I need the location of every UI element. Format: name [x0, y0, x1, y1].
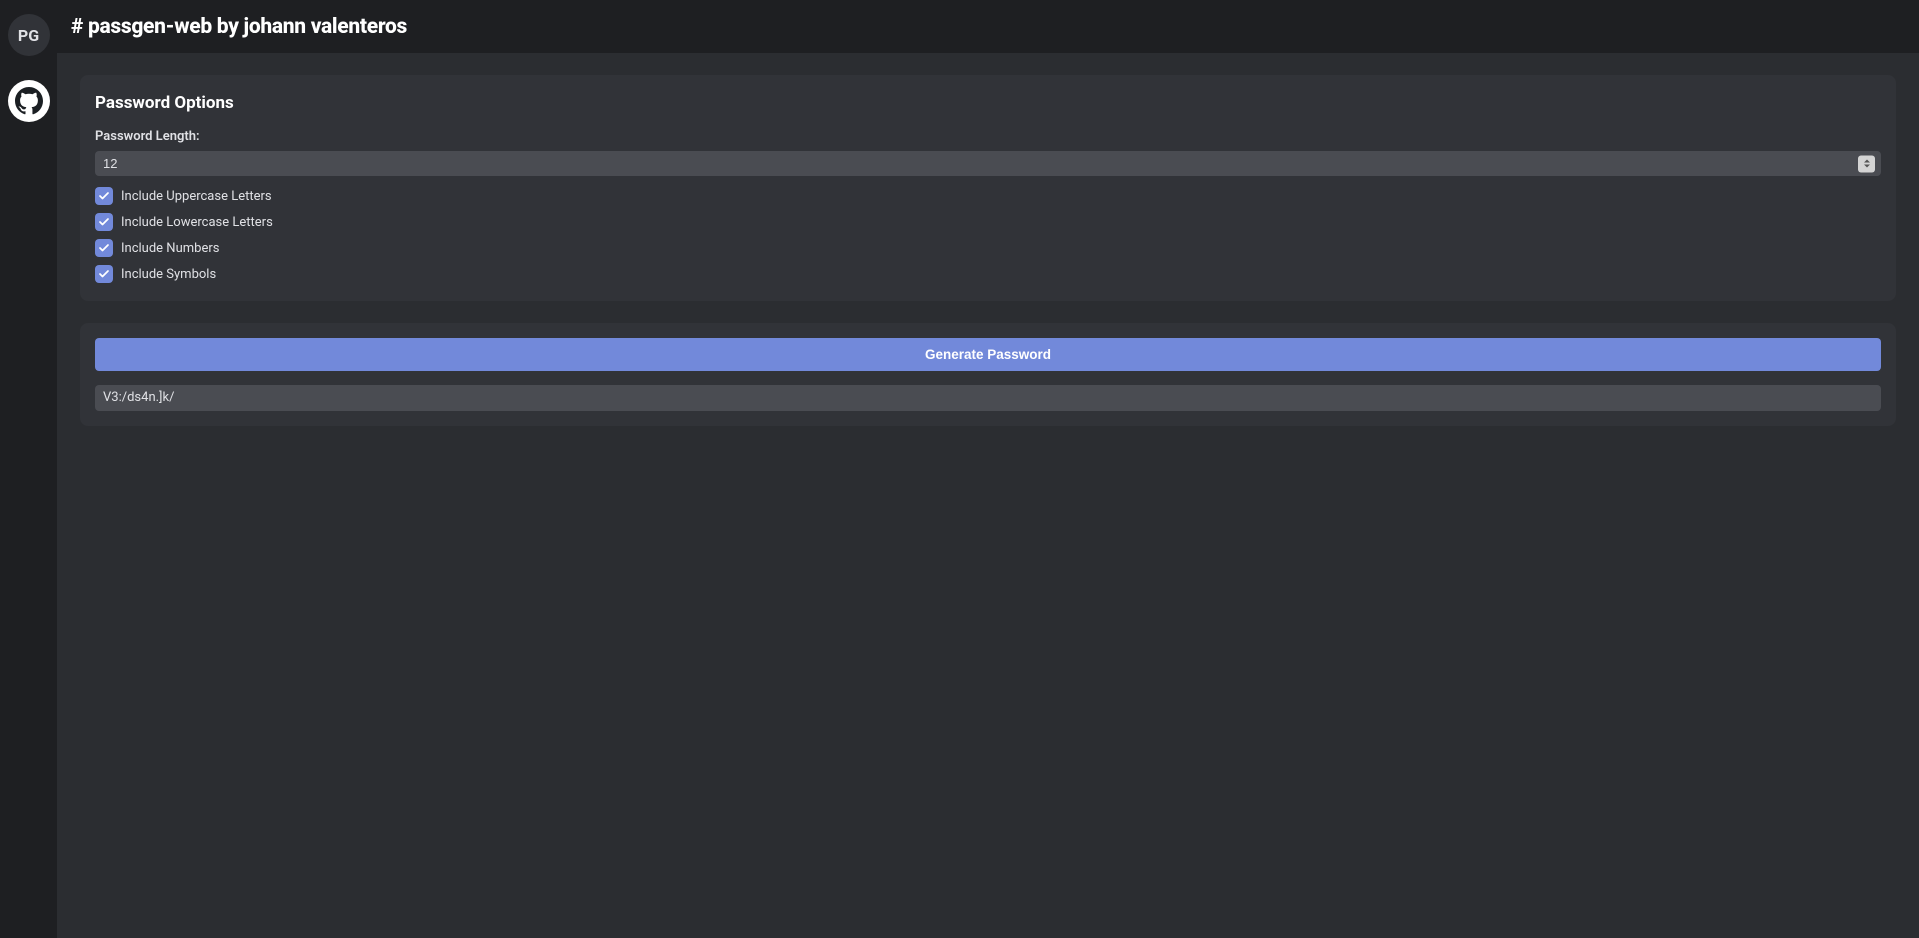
pg-home-icon[interactable]: PG [8, 14, 50, 56]
generate-card: Generate Password V3:/ds4n.]k/ [80, 323, 1896, 426]
pg-icon-label: PG [18, 26, 39, 45]
generate-button[interactable]: Generate Password [95, 338, 1881, 371]
options-card-title: Password Options [95, 93, 1881, 113]
github-icon [15, 87, 43, 115]
password-length-input[interactable] [95, 151, 1881, 176]
spinner-down-icon[interactable] [1864, 165, 1870, 168]
length-label: Password Length: [95, 129, 1881, 144]
uppercase-checkbox[interactable] [95, 187, 113, 205]
page-title: # passgen-web by johann valenteros [71, 15, 407, 39]
github-link-icon[interactable] [8, 80, 50, 122]
checkbox-row-lowercase: Include Lowercase Letters [95, 213, 1881, 231]
check-icon [98, 242, 110, 254]
header: # passgen-web by johann valenteros [57, 0, 1919, 53]
check-icon [98, 190, 110, 202]
spinner-up-icon[interactable] [1864, 160, 1870, 163]
password-output[interactable]: V3:/ds4n.]k/ [95, 385, 1881, 411]
lowercase-label[interactable]: Include Lowercase Letters [121, 215, 273, 230]
check-icon [98, 216, 110, 228]
spinner-buttons [1858, 155, 1875, 172]
symbols-checkbox[interactable] [95, 265, 113, 283]
lowercase-checkbox[interactable] [95, 213, 113, 231]
sidebar: PG [0, 0, 57, 938]
symbols-label[interactable]: Include Symbols [121, 267, 216, 282]
password-options-card: Password Options Password Length: Includ… [80, 75, 1896, 301]
length-input-wrapper [95, 151, 1881, 176]
main-content: # passgen-web by johann valenteros Passw… [57, 0, 1919, 938]
uppercase-label[interactable]: Include Uppercase Letters [121, 189, 272, 204]
checkbox-row-symbols: Include Symbols [95, 265, 1881, 283]
check-icon [98, 268, 110, 280]
checkbox-row-uppercase: Include Uppercase Letters [95, 187, 1881, 205]
checkbox-row-numbers: Include Numbers [95, 239, 1881, 257]
numbers-label[interactable]: Include Numbers [121, 241, 219, 256]
content-area: Password Options Password Length: Includ… [57, 53, 1919, 938]
numbers-checkbox[interactable] [95, 239, 113, 257]
